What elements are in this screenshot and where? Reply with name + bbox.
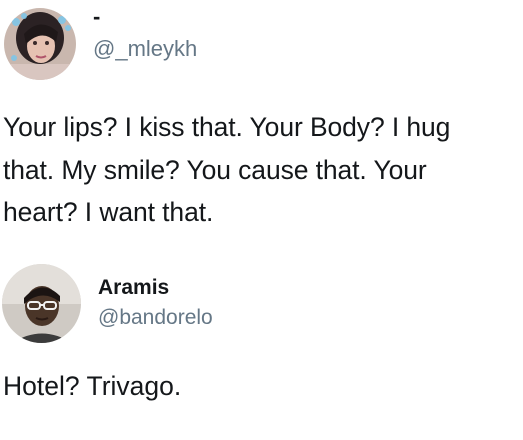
avatar[interactable] <box>4 8 76 80</box>
user-handle[interactable]: @_mleykh <box>93 36 197 62</box>
tweet-text-line: heart? I want that. <box>3 197 214 227</box>
avatar-photo-icon <box>4 8 76 80</box>
tweet-text-line: that. My smile? You cause that. Your <box>3 155 427 185</box>
tweet-reply: Aramis @bandorelo Hotel? Trivago. <box>0 250 523 440</box>
avatar[interactable] <box>2 264 81 343</box>
tweet-text-line: Your lips? I kiss that. Your Body? I hug <box>3 112 451 142</box>
tweet-text-line: Hotel? Trivago. <box>3 371 182 401</box>
user-handle[interactable]: @bandorelo <box>98 306 213 330</box>
display-name[interactable]: Aramis <box>98 276 169 300</box>
display-name[interactable]: - <box>93 4 100 30</box>
avatar-photo-icon <box>2 264 81 343</box>
tweet-original: - @_mleykh Your lips? I kiss that. Your … <box>0 0 523 250</box>
